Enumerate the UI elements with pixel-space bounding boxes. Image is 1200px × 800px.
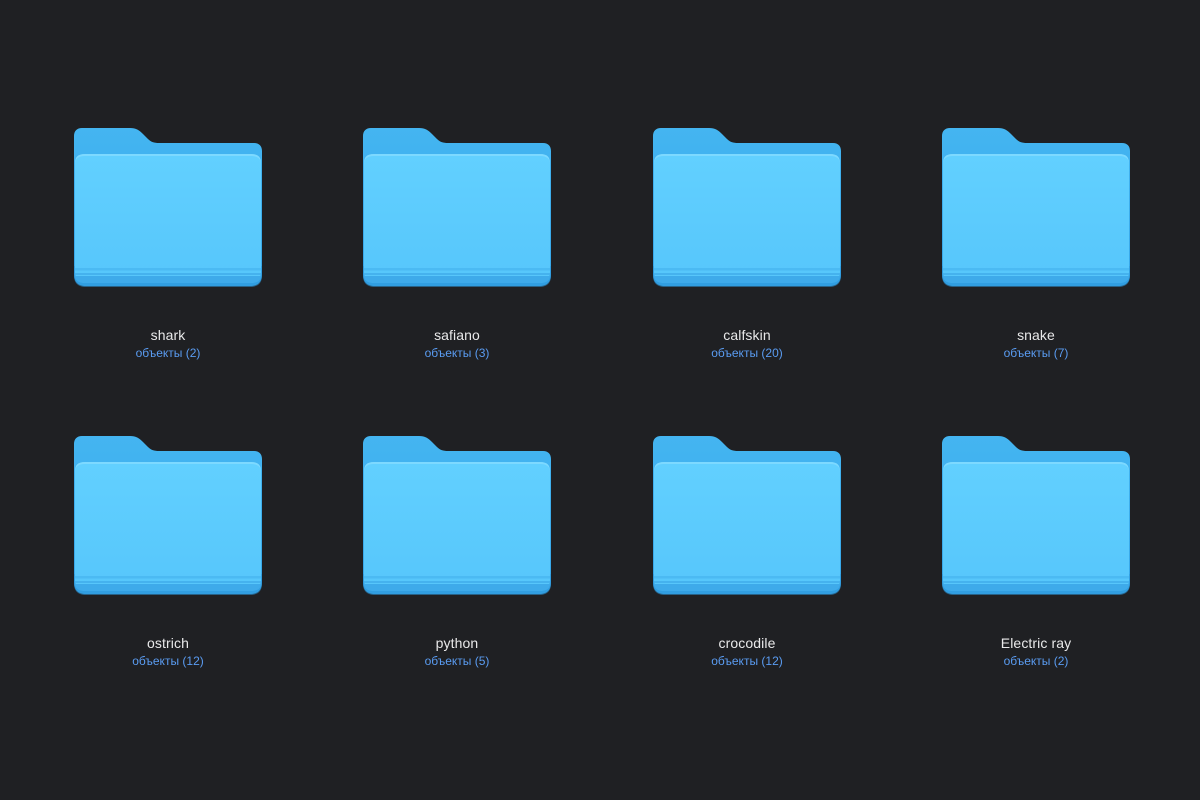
folder-icon <box>361 434 553 598</box>
folder-grid: shark объекты (2) safiano объекты (3) ca… <box>0 0 1200 800</box>
folder-item-count: объекты (3) <box>424 346 490 360</box>
folder-name: python <box>435 635 479 651</box>
folder-icon <box>940 126 1132 290</box>
folder-name: safiano <box>434 327 480 343</box>
folder-name: ostrich <box>147 635 189 651</box>
folder-icon <box>72 434 264 598</box>
folder-icon <box>72 126 264 290</box>
folder-name: snake <box>1017 327 1055 343</box>
folder-name: shark <box>150 327 186 343</box>
folder-item-count: объекты (12) <box>711 654 783 668</box>
folder-item-count: объекты (5) <box>424 654 490 668</box>
folder-icon <box>940 434 1132 598</box>
folder-item-count: объекты (20) <box>711 346 783 360</box>
folder-icon <box>361 126 553 290</box>
folder-item-count: объекты (2) <box>1003 654 1069 668</box>
folder-icon <box>651 126 843 290</box>
folder-name: crocodile <box>718 635 776 651</box>
folder-item-snake[interactable]: snake объекты (7) <box>916 120 1156 370</box>
folder-item-safiano[interactable]: safiano объекты (3) <box>337 120 577 370</box>
folder-item-shark[interactable]: shark объекты (2) <box>48 120 288 370</box>
folder-name: Electric ray <box>1000 635 1072 651</box>
folder-item-calfskin[interactable]: calfskin объекты (20) <box>627 120 867 370</box>
folder-item-ostrich[interactable]: ostrich объекты (12) <box>48 428 288 678</box>
folder-name: calfskin <box>723 327 771 343</box>
folder-icon <box>651 434 843 598</box>
folder-item-count: объекты (2) <box>135 346 201 360</box>
folder-item-python[interactable]: python объекты (5) <box>337 428 577 678</box>
folder-item-count: объекты (12) <box>132 654 204 668</box>
folder-item-electric-ray[interactable]: Electric ray объекты (2) <box>916 428 1156 678</box>
folder-item-crocodile[interactable]: crocodile объекты (12) <box>627 428 867 678</box>
folder-item-count: объекты (7) <box>1003 346 1069 360</box>
